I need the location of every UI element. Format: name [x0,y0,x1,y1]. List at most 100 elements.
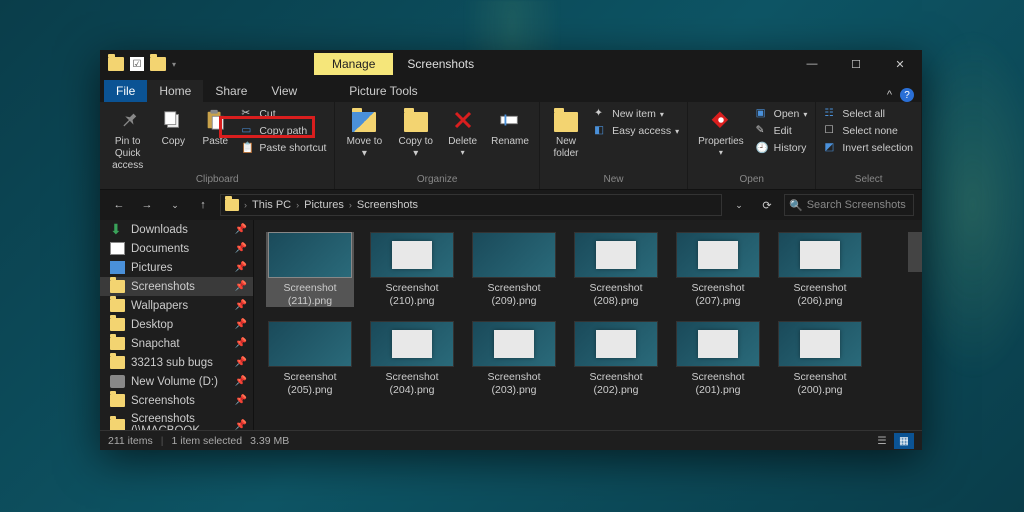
select-none-icon: ☐ [824,124,838,138]
scrollbar-vertical[interactable] [908,220,922,430]
qat-newfolder-icon[interactable] [150,57,166,71]
chevron-right-icon[interactable]: › [346,200,355,210]
paste-shortcut-button[interactable]: 📋Paste shortcut [237,140,330,156]
pin-icon: 📌 [235,395,247,406]
new-folder-icon [552,106,580,134]
tab-view[interactable]: View [259,80,309,102]
nav-item[interactable]: New Volume (D:)📌 [100,372,253,391]
file-name: Screenshot (201).png [674,371,762,396]
nav-item[interactable]: 33213 sub bugs📌 [100,353,253,372]
breadcrumb-segment[interactable]: Screenshots [357,199,418,211]
search-placeholder: Search Screenshots [807,199,906,211]
edit-button[interactable]: ✎Edit [752,123,812,139]
status-selection-size: 3.39 MB [250,435,289,447]
select-all-button[interactable]: ☷Select all [820,106,917,122]
download-icon: ⬇ [110,223,125,236]
pin-to-quick-access-button[interactable]: Pin to Quick access [104,104,151,174]
content-pane[interactable]: Screenshot (211).pngScreenshot (210).png… [254,220,922,430]
properties-button[interactable]: Properties▾ [692,104,750,160]
file-name: Screenshot (208).png [572,282,660,307]
folder-icon [110,318,125,331]
file-item[interactable]: Screenshot (208).png [572,232,660,307]
file-item[interactable]: Screenshot (209).png [470,232,558,307]
file-item[interactable]: Screenshot (210).png [368,232,456,307]
nav-recent-dropdown[interactable]: ⌄ [164,194,186,216]
tab-picture-tools[interactable]: Picture Tools [337,80,429,102]
scrollbar-thumb[interactable] [908,232,922,272]
nav-back-button[interactable]: ← [108,194,130,216]
cut-button[interactable]: ✂Cut [237,106,330,122]
file-item[interactable]: Screenshot (204).png [368,321,456,396]
view-details-button[interactable]: ☰ [872,433,892,449]
maximize-button[interactable]: ☐ [834,50,878,78]
new-item-button[interactable]: ✦New item ▾ [590,106,683,122]
chevron-right-icon[interactable]: › [293,200,302,210]
copy-button[interactable]: Copy [153,104,193,150]
file-item[interactable]: Screenshot (202).png [572,321,660,396]
copy-to-button[interactable]: Copy to ▾ [391,104,440,162]
file-item[interactable]: Screenshot (211).png [266,232,354,307]
minimize-button[interactable]: — [790,50,834,78]
folder-icon [110,299,125,312]
nav-item[interactable]: Wallpapers📌 [100,296,253,315]
nav-item[interactable]: Screenshots (\\MACBOOK📌 [100,410,253,430]
new-folder-button[interactable]: New folder [544,104,588,162]
collapse-ribbon-icon[interactable]: ^ [887,89,892,101]
navigation-pane[interactable]: ⬇Downloads📌Documents📌Pictures📌Screenshot… [100,220,254,430]
tab-share[interactable]: Share [203,80,259,102]
copy-to-icon [402,106,430,134]
breadcrumb-segment[interactable]: This PC [252,199,291,211]
nav-forward-button[interactable]: → [136,194,158,216]
easy-access-button[interactable]: ◧Easy access ▾ [590,123,683,139]
pin-icon: 📌 [235,357,247,368]
invert-selection-icon: ◩ [824,141,838,155]
file-name: Screenshot (200).png [776,371,864,396]
paste-button[interactable]: Paste [195,104,235,150]
file-item[interactable]: Screenshot (205).png [266,321,354,396]
copy-path-button[interactable]: ▭Copy path [237,123,330,139]
file-item[interactable]: Screenshot (207).png [674,232,762,307]
nav-item[interactable]: Screenshots📌 [100,391,253,410]
qat-properties-icon[interactable]: ☑ [130,57,144,71]
file-item[interactable]: Screenshot (203).png [470,321,558,396]
help-icon[interactable]: ? [900,88,914,102]
file-name: Screenshot (202).png [572,371,660,396]
open-button[interactable]: ▣Open ▾ [752,106,812,122]
file-item[interactable]: Screenshot (206).png [776,232,864,307]
chevron-right-icon[interactable]: › [241,200,250,210]
nav-up-button[interactable]: ↑ [192,194,214,216]
nav-item[interactable]: Screenshots📌 [100,277,253,296]
nav-item[interactable]: Pictures📌 [100,258,253,277]
nav-item[interactable]: Desktop📌 [100,315,253,334]
address-bar-row: ← → ⌄ ↑ › This PC › Pictures › Screensho… [100,190,922,220]
new-item-icon: ✦ [594,107,608,121]
file-item[interactable]: Screenshot (201).png [674,321,762,396]
address-dropdown-icon[interactable]: ⌄ [728,194,750,216]
file-item[interactable]: Screenshot (200).png [776,321,864,396]
pin-icon: 📌 [235,281,247,292]
titlebar[interactable]: ☑ ▾ Manage Screenshots — ☐ ✕ [100,50,922,78]
search-input[interactable]: 🔍 Search Screenshots [784,194,914,216]
tab-file[interactable]: File [104,80,147,102]
delete-button[interactable]: Delete▾ [442,104,483,160]
folder-icon [110,356,125,369]
refresh-button[interactable]: ⟳ [756,194,778,216]
qat-customize-icon[interactable]: ▾ [172,60,176,69]
invert-selection-button[interactable]: ◩Invert selection [820,140,917,156]
tab-home[interactable]: Home [147,80,203,102]
move-to-button[interactable]: Move to ▾ [339,104,389,162]
file-thumbnail [778,232,862,278]
select-none-button[interactable]: ☐Select none [820,123,917,139]
address-bar[interactable]: › This PC › Pictures › Screenshots [220,194,722,216]
history-button[interactable]: 🕘History [752,140,812,156]
file-name: Screenshot (206).png [776,282,864,307]
nav-item[interactable]: Documents📌 [100,239,253,258]
contextual-tab-manage[interactable]: Manage [314,53,393,75]
drive-icon [110,375,125,388]
view-thumbnails-button[interactable]: ▦ [894,433,914,449]
nav-item[interactable]: ⬇Downloads📌 [100,220,253,239]
nav-item[interactable]: Snapchat📌 [100,334,253,353]
close-button[interactable]: ✕ [878,50,922,78]
breadcrumb-segment[interactable]: Pictures [304,199,344,211]
rename-button[interactable]: Rename [485,104,535,150]
